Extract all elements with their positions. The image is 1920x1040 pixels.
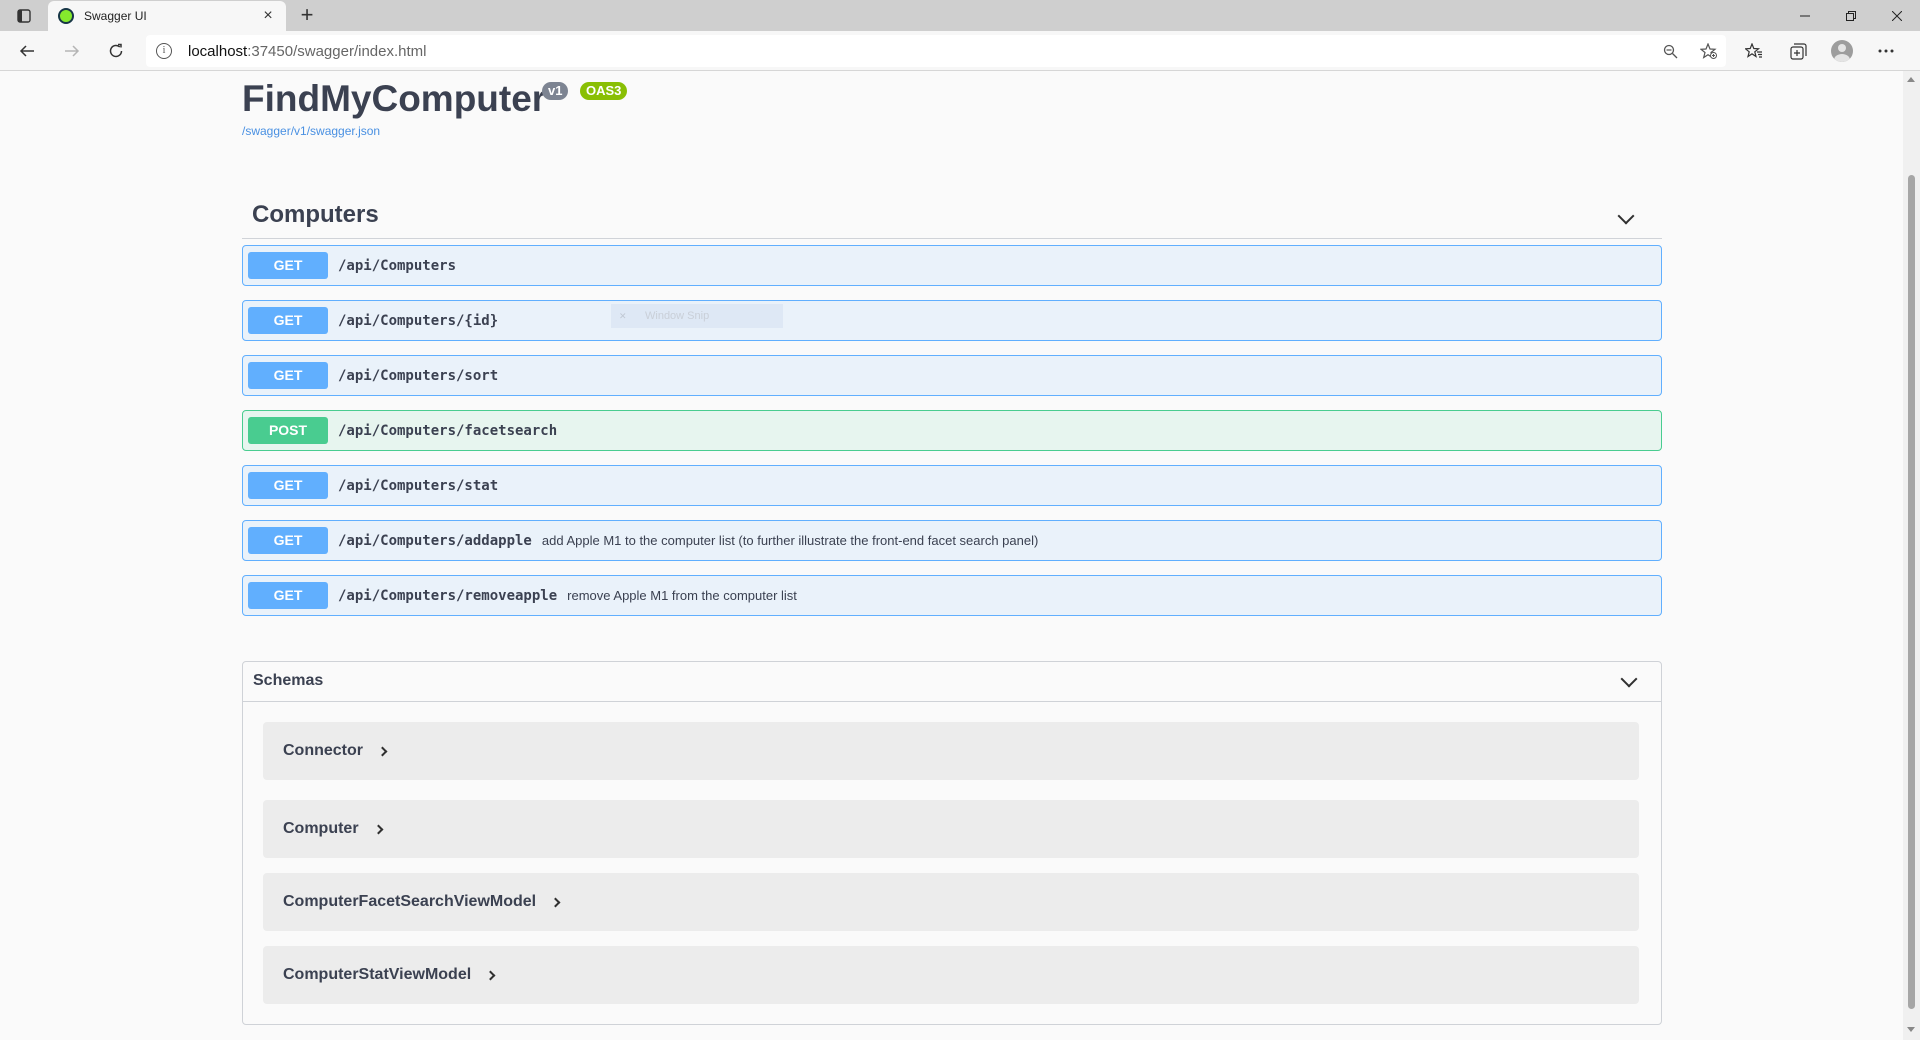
browser-tab[interactable]: Swagger UI ×: [48, 1, 286, 31]
operation-get-computers[interactable]: GET /api/Computers: [242, 245, 1662, 286]
method-badge: GET: [248, 252, 328, 279]
settings-more-icon[interactable]: [1872, 37, 1900, 65]
collections-icon[interactable]: [1784, 37, 1812, 65]
operation-summary: add Apple M1 to the computer list (to fu…: [541, 533, 1039, 548]
model-connector[interactable]: Connector: [263, 722, 1639, 780]
window-snip-overlay: ✕ Window Snip: [611, 304, 783, 328]
version-badge: v1: [542, 82, 569, 100]
model-computer-facet-search-view-model[interactable]: ComputerFacetSearchViewModel: [263, 873, 1639, 931]
operation-get-computers-sort[interactable]: GET /api/Computers/sort: [242, 355, 1662, 396]
address-bar-actions: [1658, 39, 1720, 63]
operation-summary: remove Apple M1 from the computer list: [567, 588, 797, 603]
operation-get-addapple[interactable]: GET /api/Computers/addapple add Apple M1…: [242, 520, 1662, 561]
model-computer[interactable]: Computer: [263, 800, 1639, 858]
add-favorite-icon[interactable]: [1696, 39, 1720, 63]
window-controls: [1782, 0, 1920, 31]
model-name: ComputerFacetSearchViewModel: [283, 893, 537, 910]
api-info: FindMyComputer v1 OAS3 /swagger/v1/swagg…: [242, 71, 1662, 171]
refresh-button[interactable]: [102, 37, 130, 65]
address-bar[interactable]: i localhost:37450/swagger/index.html: [146, 35, 1726, 67]
operation-get-removeapple[interactable]: GET /api/Computers/removeapple remove Ap…: [242, 575, 1662, 616]
tab-close-icon[interactable]: ×: [260, 7, 276, 25]
snip-close-icon: ✕: [619, 311, 627, 321]
new-tab-button[interactable]: +: [294, 3, 320, 29]
schemas-header[interactable]: Schemas: [243, 662, 1661, 702]
swagger-json-link[interactable]: /swagger/v1/swagger.json: [242, 124, 380, 138]
method-badge: GET: [248, 527, 328, 554]
expand-chevron-icon: [377, 746, 388, 756]
operation-post-facetsearch[interactable]: POST /api/Computers/facetsearch: [242, 410, 1662, 451]
tab-title: Swagger UI: [84, 9, 147, 23]
operation-path: /api/Computers/stat: [338, 477, 499, 494]
scrollbar-thumb[interactable]: [1908, 175, 1915, 1009]
model-name: ComputerStatViewModel: [283, 966, 472, 983]
browser-tab-bar: Swagger UI × +: [0, 0, 1920, 31]
model-computer-stat-view-model[interactable]: ComputerStatViewModel: [263, 946, 1639, 1004]
url-host: localhost: [188, 42, 248, 60]
swagger-content: FindMyComputer v1 OAS3 /swagger/v1/swagg…: [242, 71, 1662, 1025]
scroll-down-arrow-icon[interactable]: [1907, 1027, 1915, 1032]
operation-get-computer-by-id[interactable]: GET /api/Computers/{id}: [242, 300, 1662, 341]
url-path: :37450/swagger/index.html: [247, 42, 427, 60]
method-badge: GET: [248, 472, 328, 499]
minimize-button[interactable]: [1782, 0, 1828, 31]
schemas-title: Schemas: [253, 672, 324, 689]
operation-path: /api/Computers: [338, 257, 457, 274]
model-name: Connector: [283, 742, 363, 759]
zoom-icon[interactable]: [1658, 39, 1682, 63]
method-badge: GET: [248, 582, 328, 609]
close-window-button[interactable]: [1874, 0, 1920, 31]
site-info-icon[interactable]: i: [156, 43, 172, 59]
scroll-up-arrow-icon[interactable]: [1907, 77, 1915, 82]
section-title: Computers: [252, 201, 379, 228]
oas-badge: OAS3: [580, 82, 628, 100]
back-button[interactable]: [13, 37, 41, 65]
toolbar-right-actions: [1740, 37, 1900, 65]
expand-chevron-icon: [373, 824, 384, 834]
tab-actions-icon[interactable]: [12, 6, 36, 26]
favorites-icon[interactable]: [1740, 37, 1768, 65]
operation-path: /api/Computers/removeapple: [338, 587, 558, 604]
swagger-favicon-icon: [58, 8, 74, 24]
collapse-chevron-icon[interactable]: [1620, 670, 1638, 688]
browser-toolbar: i localhost:37450/swagger/index.html: [0, 31, 1920, 71]
snip-label: Window Snip: [645, 310, 710, 322]
schemas-section: Schemas Connector Computer ComputerFacet…: [242, 661, 1662, 1025]
forward-button[interactable]: [58, 37, 86, 65]
expand-chevron-icon: [485, 970, 496, 980]
expand-chevron-icon: [550, 897, 561, 907]
method-badge: GET: [248, 307, 328, 334]
operation-path: /api/Computers/facetsearch: [338, 422, 558, 439]
model-name: Computer: [283, 820, 359, 837]
method-badge: POST: [248, 417, 328, 444]
computers-section-header[interactable]: Computers: [242, 199, 1662, 239]
profile-avatar[interactable]: [1828, 37, 1856, 65]
operation-path: /api/Computers/{id}: [338, 312, 499, 329]
collapse-chevron-icon[interactable]: [1617, 207, 1635, 225]
page-scrollbar[interactable]: [1903, 71, 1920, 1040]
restore-button[interactable]: [1828, 0, 1874, 31]
avatar-icon: [1831, 40, 1853, 62]
method-badge: GET: [248, 362, 328, 389]
api-title: FindMyComputer: [242, 78, 547, 119]
operation-path: /api/Computers/addapple: [338, 532, 532, 549]
operation-path: /api/Computers/sort: [338, 367, 499, 384]
operation-get-computers-stat[interactable]: GET /api/Computers/stat: [242, 465, 1662, 506]
